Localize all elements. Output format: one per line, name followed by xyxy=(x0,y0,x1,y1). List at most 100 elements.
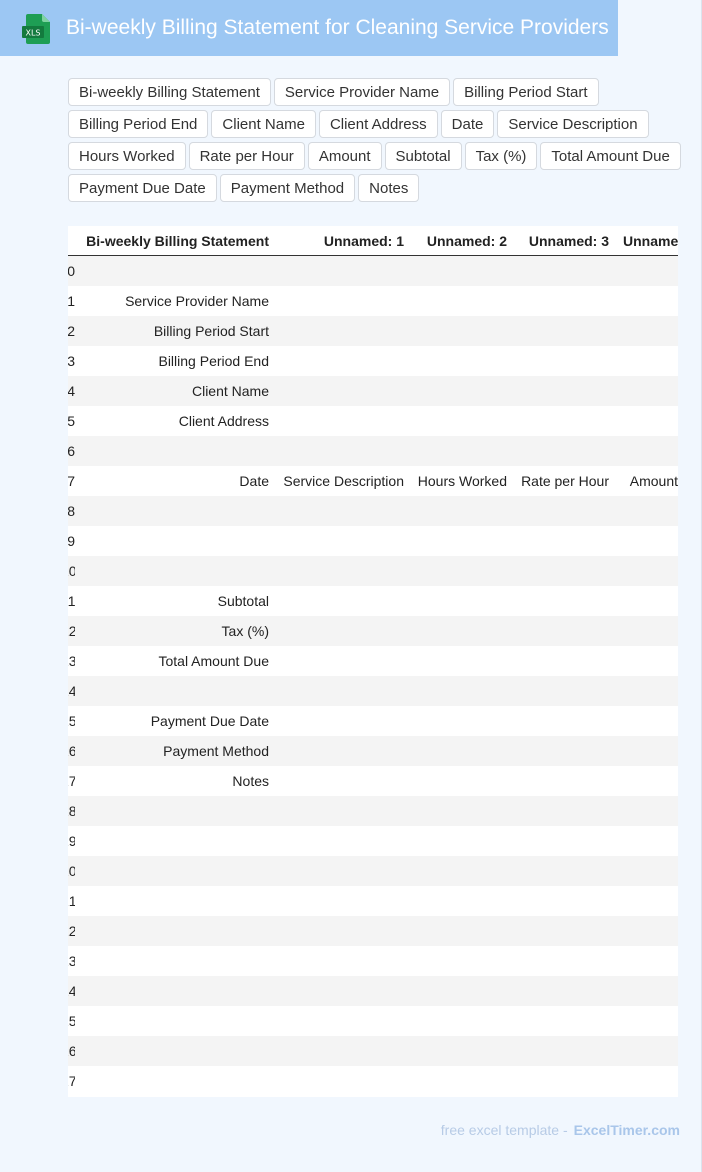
table-cell xyxy=(411,736,507,766)
table-cell xyxy=(68,916,269,946)
table-row: 25 xyxy=(68,1006,678,1036)
table-cell xyxy=(277,586,404,616)
table-cell xyxy=(277,526,404,556)
table-cell xyxy=(514,676,609,706)
table-row: 22 xyxy=(68,916,678,946)
table-cell xyxy=(616,406,678,436)
table-cell xyxy=(277,946,404,976)
column-chip[interactable]: Client Name xyxy=(211,110,316,138)
column-chip[interactable]: Billing Period End xyxy=(68,110,209,138)
table-cell xyxy=(411,616,507,646)
table-cell xyxy=(514,406,609,436)
table-cell xyxy=(277,1036,404,1066)
table-cell xyxy=(514,796,609,826)
table-cell xyxy=(411,1066,507,1096)
table-cell xyxy=(277,286,404,316)
column-chip[interactable]: Billing Period Start xyxy=(453,78,599,106)
table-cell: Rate per Hour xyxy=(521,473,609,489)
table-cell xyxy=(277,556,404,586)
column-header: Unnamed: 4 xyxy=(623,233,678,249)
table-cell xyxy=(411,646,507,676)
table-cell xyxy=(616,256,678,286)
table-cell xyxy=(514,346,609,376)
table-cell xyxy=(616,1036,678,1066)
table-cell xyxy=(411,556,507,586)
column-chip[interactable]: Service Provider Name xyxy=(273,78,451,106)
table-row: 20 xyxy=(68,856,678,886)
table-row: 19 xyxy=(68,826,678,856)
table-cell xyxy=(68,826,269,856)
table-cell: Service Description xyxy=(283,473,404,489)
table-cell xyxy=(68,976,269,1006)
table-cell xyxy=(616,346,678,376)
table-cell: Hours Worked xyxy=(417,473,507,489)
table-cell xyxy=(411,526,507,556)
table-row: 5 Client Address xyxy=(68,406,678,436)
table-row: 23 xyxy=(68,946,678,976)
footer-text: free excel template - xyxy=(440,1122,568,1138)
table-cell xyxy=(277,1006,404,1036)
table-cell: Date xyxy=(239,473,269,489)
table-cell xyxy=(514,946,609,976)
table-cell xyxy=(277,496,404,526)
table-cell xyxy=(68,1006,269,1036)
table-cell xyxy=(277,646,404,676)
table-row: 8 xyxy=(68,496,678,526)
footer-brand-link[interactable]: ExcelTimer.com xyxy=(574,1122,680,1138)
table-cell xyxy=(277,826,404,856)
table-cell xyxy=(514,646,609,676)
table-cell xyxy=(616,616,678,646)
table-cell xyxy=(277,1066,404,1096)
table-cell xyxy=(514,976,609,1006)
table-cell xyxy=(68,556,269,586)
table-cell: Notes xyxy=(232,773,269,789)
table-cell xyxy=(616,796,678,826)
table-row: 12Tax (%) xyxy=(68,616,678,646)
table-cell xyxy=(277,796,404,826)
spreadsheet-preview[interactable]: Bi-weekly Billing Statement Unnamed: 1 U… xyxy=(68,226,678,1097)
table-cell xyxy=(277,616,404,646)
table-row: 18 xyxy=(68,796,678,826)
table-cell xyxy=(68,886,269,916)
column-chip[interactable]: Rate per Hour xyxy=(188,142,305,170)
table-cell: Payment Method xyxy=(163,743,269,759)
table-row: 17Notes xyxy=(68,766,678,796)
table-cell: Billing Period End xyxy=(158,353,269,369)
column-chip[interactable]: Payment Method xyxy=(219,174,356,202)
table-cell xyxy=(616,316,678,346)
column-chip[interactable]: Tax (%) xyxy=(464,142,538,170)
table-row: 0 xyxy=(68,256,678,286)
table-cell xyxy=(411,586,507,616)
column-chip[interactable]: Total Amount Due xyxy=(540,142,681,170)
table-cell xyxy=(514,1036,609,1066)
column-chip[interactable]: Hours Worked xyxy=(68,142,186,170)
table-cell xyxy=(616,706,678,736)
table-cell xyxy=(514,1006,609,1036)
column-chip[interactable]: Bi-weekly Billing Statement xyxy=(68,78,271,106)
table-cell xyxy=(411,976,507,1006)
table-row: 15Payment Due Date xyxy=(68,706,678,736)
column-chip[interactable]: Amount xyxy=(307,142,382,170)
column-chip[interactable]: Client Address xyxy=(318,110,438,138)
svg-text:XLS: XLS xyxy=(25,29,40,38)
column-chip[interactable]: Date xyxy=(440,110,495,138)
column-chip[interactable]: Payment Due Date xyxy=(68,174,217,202)
table-cell xyxy=(68,1036,269,1066)
table-cell xyxy=(411,256,507,286)
table-cell xyxy=(68,496,269,526)
table-cell xyxy=(277,406,404,436)
table-cell xyxy=(616,1006,678,1036)
table-cell xyxy=(411,376,507,406)
table-cell xyxy=(616,526,678,556)
column-chip[interactable]: Subtotal xyxy=(384,142,462,170)
table-cell xyxy=(411,286,507,316)
table-row: 26 xyxy=(68,1036,678,1066)
table-cell xyxy=(277,316,404,346)
column-chip[interactable]: Service Description xyxy=(497,110,649,138)
table-cell xyxy=(277,256,404,286)
table-cell xyxy=(411,1036,507,1066)
table-cell: Client Name xyxy=(191,383,269,399)
table-row: 4 Client Name xyxy=(68,376,678,406)
column-chip[interactable]: Notes xyxy=(358,174,420,202)
table-cell xyxy=(411,916,507,946)
